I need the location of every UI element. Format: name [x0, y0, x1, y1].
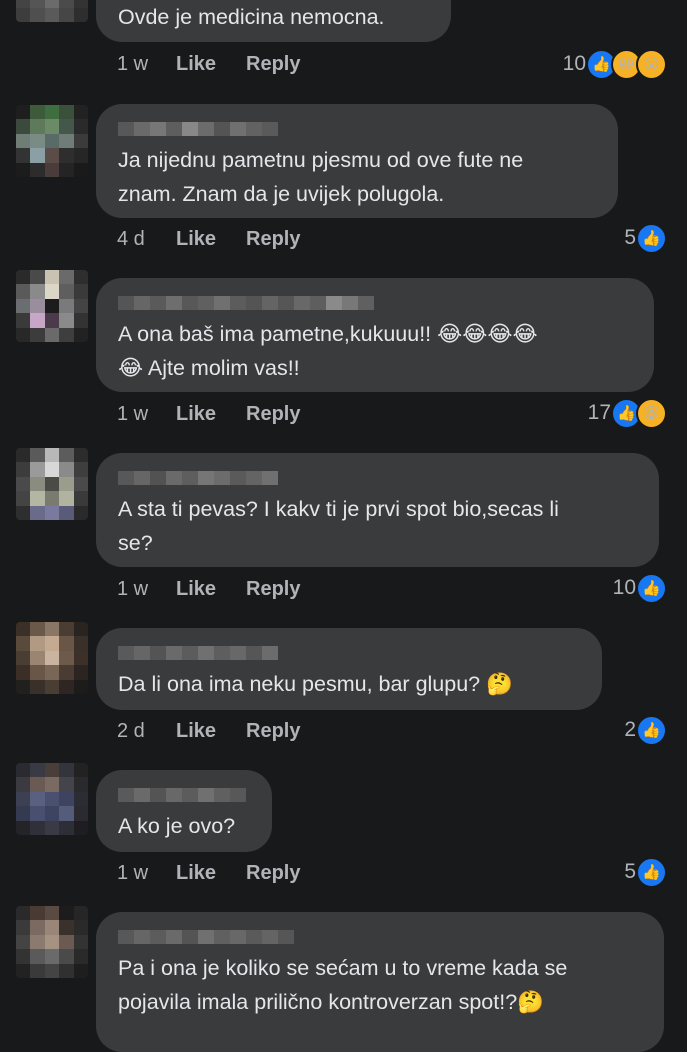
reply-button[interactable]: Reply	[246, 403, 300, 426]
timestamp: 1 w	[117, 578, 149, 600]
reply-button[interactable]: Reply	[246, 862, 300, 885]
reaction-count: 5	[624, 226, 636, 249]
comment-text: 😂 Ajte molim vas!!	[118, 356, 300, 380]
like-button[interactable]: Like	[176, 720, 216, 743]
comment-bubble: Ovde je medicina nemocna.	[96, 0, 451, 42]
like-icon: 👍	[636, 714, 667, 746]
comment-text: znam. Znam da je uvijek polugola.	[118, 182, 445, 206]
comment-text: A sta ti pevas? I kakv ti je prvi spot b…	[118, 497, 559, 521]
author-name-blurred[interactable]	[118, 471, 278, 485]
reaction-summary[interactable]: 2 👍	[624, 714, 667, 746]
like-icon: 👍	[636, 222, 667, 254]
reaction-summary[interactable]: 10 👍 😆 😮	[562, 48, 667, 80]
author-name-blurred[interactable]	[118, 122, 278, 136]
avatar[interactable]	[16, 622, 88, 694]
timestamp: 1 w	[117, 53, 149, 75]
reaction-count: 2	[624, 718, 636, 741]
reply-button[interactable]: Reply	[246, 228, 300, 251]
reply-button[interactable]: Reply	[246, 720, 300, 743]
like-button[interactable]: Like	[176, 403, 216, 426]
comment-text: Pa i ona je koliko se sećam u to vreme k…	[118, 956, 568, 980]
like-button[interactable]: Like	[176, 862, 216, 885]
reaction-count: 10	[562, 52, 586, 75]
timestamp: 1 w	[117, 403, 149, 425]
reply-button[interactable]: Reply	[246, 578, 300, 601]
haha-icon: 😆	[636, 397, 667, 429]
comment-bubble: A ona baš ima pametne,kukuuu!! 😂😂😂😂 😂 Aj…	[96, 278, 654, 392]
comment-text: Ovde je medicina nemocna.	[118, 5, 385, 29]
author-name-blurred[interactable]	[118, 930, 294, 944]
author-name-blurred[interactable]	[118, 646, 278, 660]
avatar[interactable]	[16, 105, 88, 177]
reaction-summary[interactable]: 5 👍	[624, 222, 667, 254]
reaction-count: 17	[587, 401, 611, 424]
like-button[interactable]: Like	[176, 53, 216, 76]
reaction-count: 10	[612, 576, 636, 599]
author-name-blurred[interactable]	[118, 788, 246, 802]
avatar[interactable]	[16, 448, 88, 520]
comment-text: Da li ona ima neku pesmu, bar glupu? 🤔	[118, 672, 513, 696]
reaction-summary[interactable]: 5 👍	[624, 856, 667, 888]
reaction-summary[interactable]: 10 👍	[612, 572, 667, 604]
timestamp: 1 w	[117, 862, 149, 884]
comment-text: se?	[118, 531, 153, 555]
author-name-blurred[interactable]	[118, 296, 374, 310]
comment-bubble: Pa i ona je koliko se sećam u to vreme k…	[96, 912, 664, 1052]
reaction-count: 5	[624, 860, 636, 883]
timestamp: 2 d	[117, 720, 145, 742]
like-button[interactable]: Like	[176, 578, 216, 601]
comment-text: A ona baš ima pametne,kukuuu!! 😂😂😂😂	[118, 322, 538, 346]
comment-bubble: Ja nijednu pametnu pjesmu od ove fute ne…	[96, 104, 618, 218]
comment-bubble: Da li ona ima neku pesmu, bar glupu? 🤔	[96, 628, 602, 710]
reply-button[interactable]: Reply	[246, 53, 300, 76]
like-button[interactable]: Like	[176, 228, 216, 251]
avatar[interactable]	[16, 270, 88, 342]
reaction-summary[interactable]: 17 👍 😆	[587, 397, 667, 429]
like-icon: 👍	[636, 572, 667, 604]
wow-icon: 😮	[636, 48, 667, 80]
comment-text: Ja nijednu pametnu pjesmu od ove fute ne	[118, 148, 524, 172]
avatar[interactable]	[16, 0, 88, 22]
like-icon: 👍	[636, 856, 667, 888]
comment-text: A ko je ovo?	[118, 814, 236, 838]
avatar[interactable]	[16, 763, 88, 835]
comment-bubble: A ko je ovo?	[96, 770, 272, 852]
comment-bubble: A sta ti pevas? I kakv ti je prvi spot b…	[96, 453, 659, 567]
comment-text: pojavila imala prilično kontroverzan spo…	[118, 990, 544, 1014]
timestamp: 4 d	[117, 228, 145, 250]
avatar[interactable]	[16, 906, 88, 978]
